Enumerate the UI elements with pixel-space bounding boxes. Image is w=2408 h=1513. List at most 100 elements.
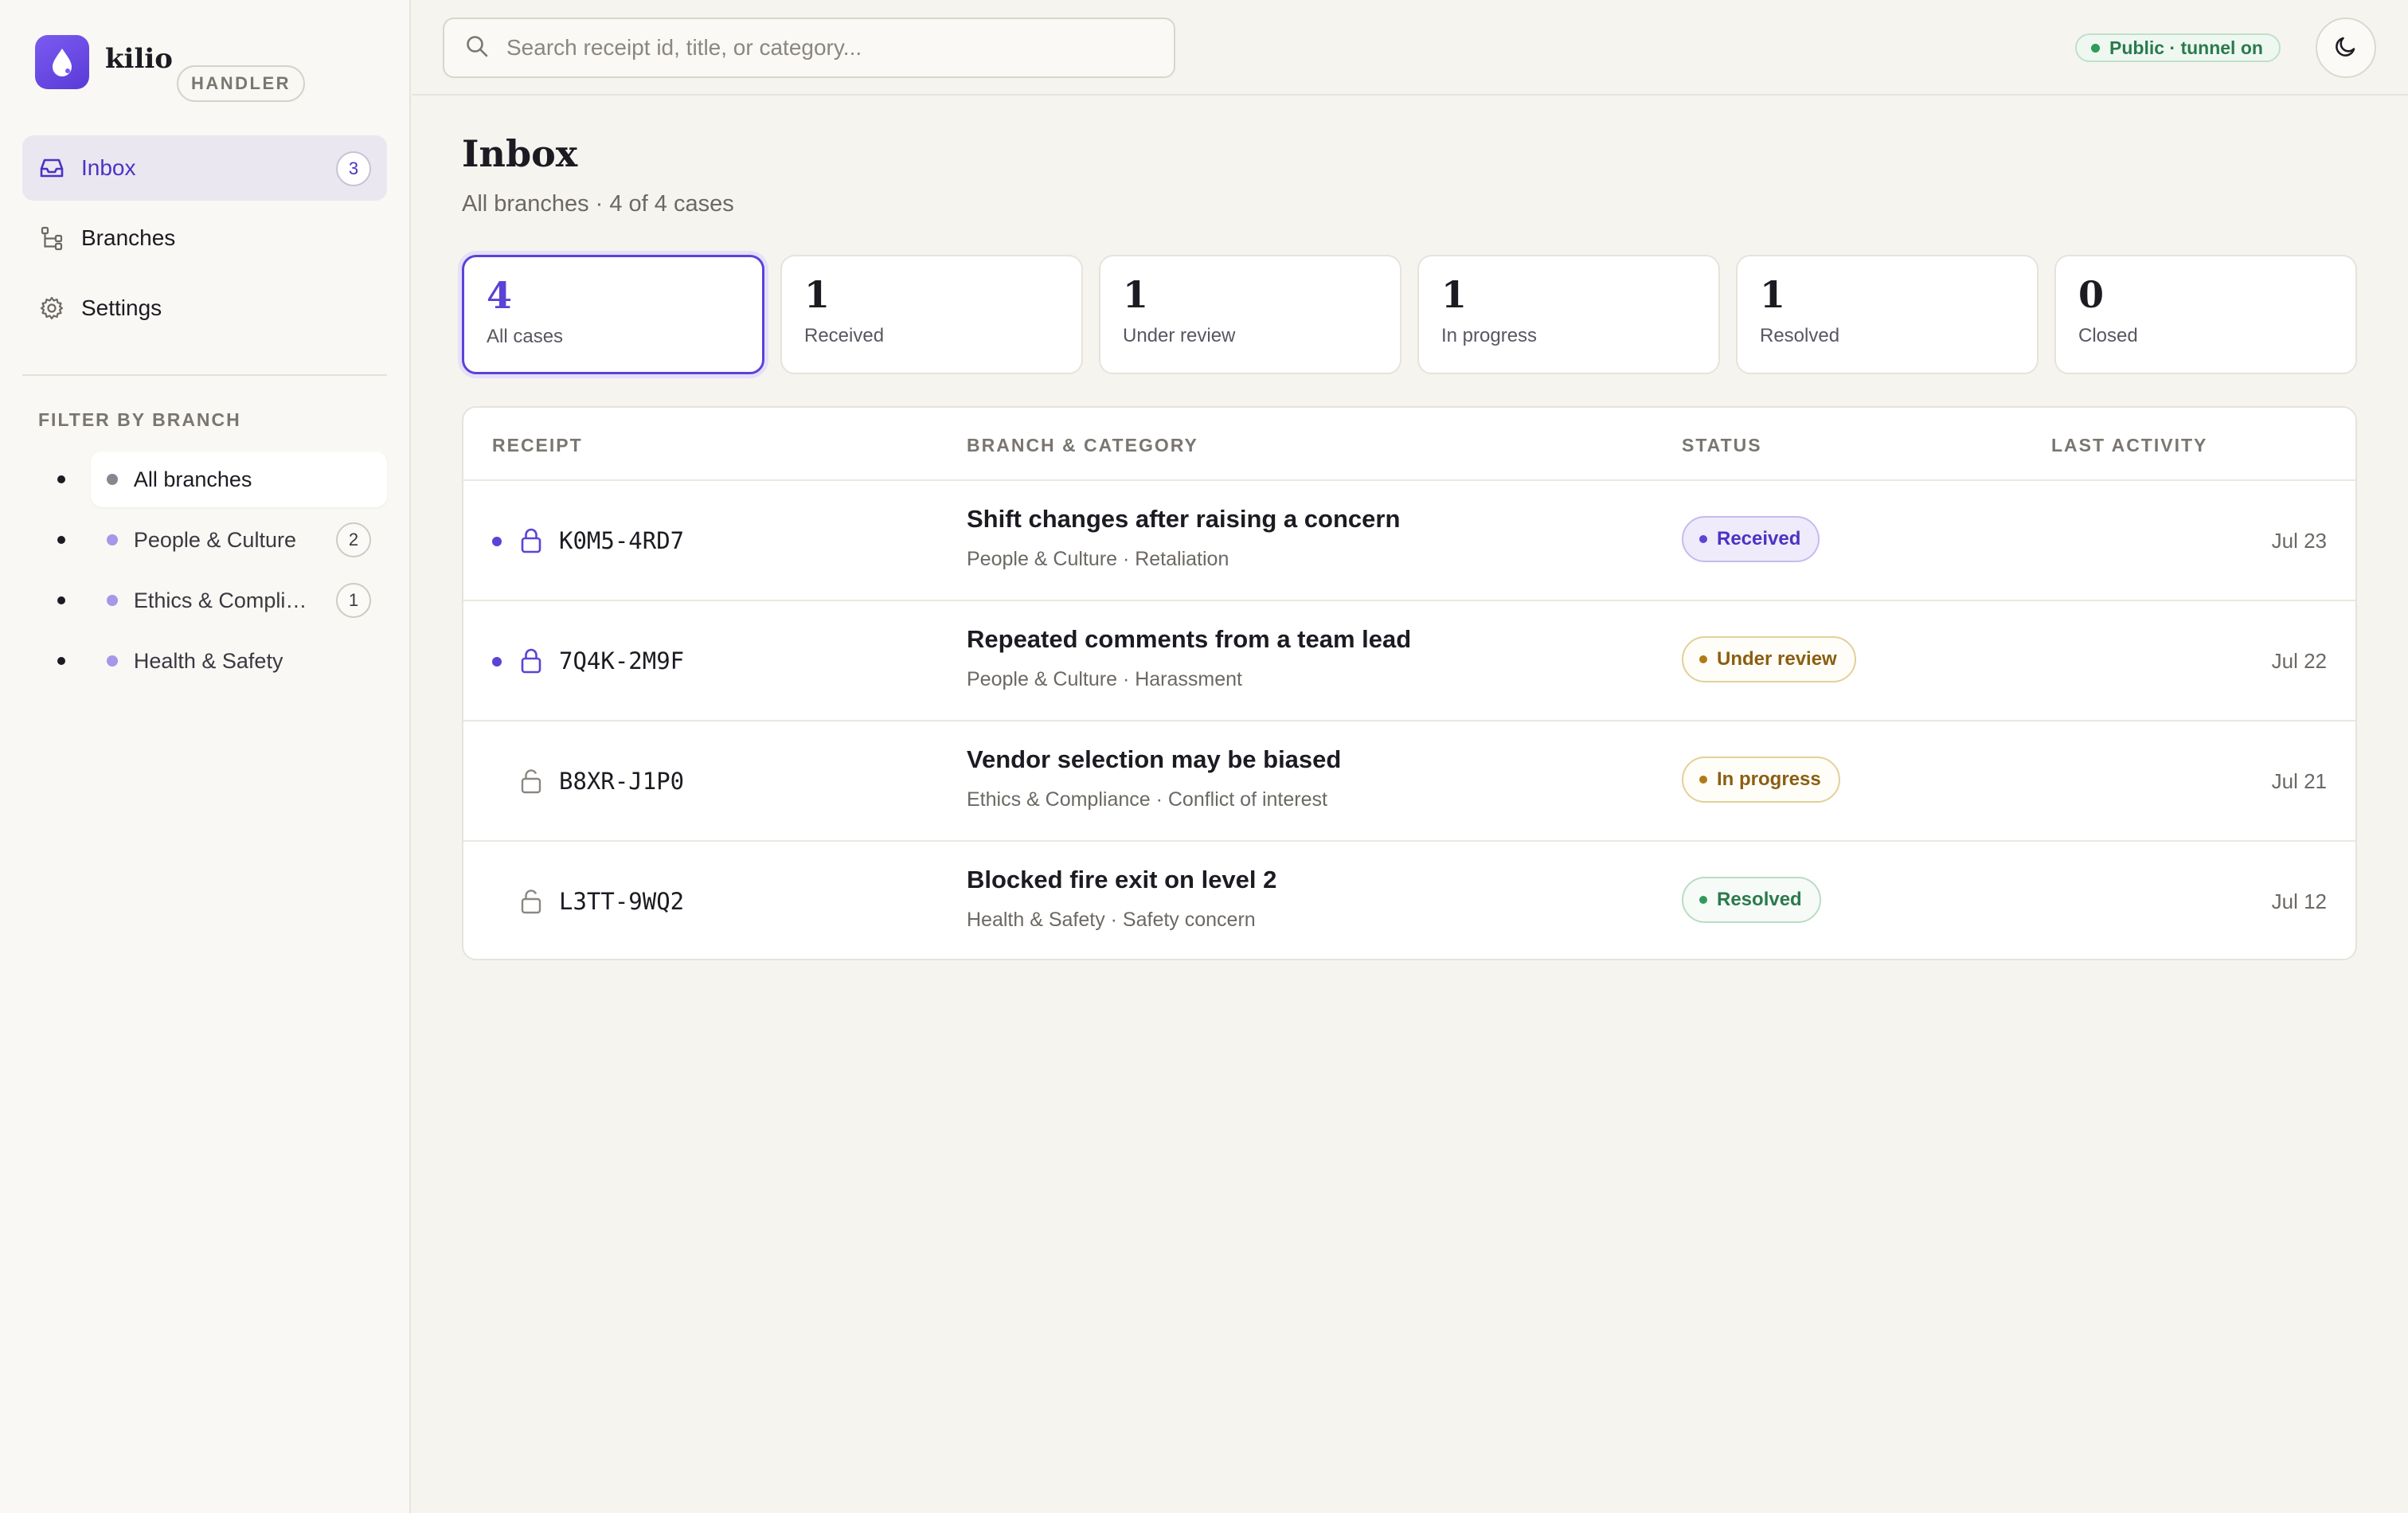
- stat-card-in-progress[interactable]: 1 In progress: [1417, 255, 1720, 374]
- stat-label: Resolved: [1760, 325, 1840, 346]
- branch-filter-health-safety[interactable]: Health & Safety: [53, 631, 387, 691]
- gear-icon: [38, 295, 65, 322]
- branch-count-badge: 2: [336, 522, 371, 557]
- receipt-id: B8XR-J1P0: [559, 768, 685, 795]
- lock-icon: [519, 647, 543, 674]
- table-row[interactable]: L3TT-9WQ2 Blocked fire exit on level 2 H…: [463, 842, 2355, 959]
- status-label: Under review: [1717, 648, 1837, 670]
- theme-toggle-button[interactable]: [2316, 18, 2376, 78]
- branch-dot: [106, 655, 118, 667]
- inbox-count-badge: 3: [336, 151, 371, 186]
- case-branch-category: Ethics & Compliance · Conflict of intere…: [967, 788, 1327, 811]
- branch-label: Health & Safety: [133, 648, 283, 673]
- case-branch-category: People & Culture · Retaliation: [967, 548, 1229, 570]
- case-branch-category: Health & Safety · Safety concern: [967, 909, 1256, 931]
- unlock-icon: [519, 888, 543, 915]
- search-box[interactable]: [443, 18, 1175, 78]
- unread-indicator: [492, 657, 502, 667]
- search-icon: [465, 34, 489, 62]
- stat-value: 1: [1123, 273, 1149, 316]
- column-header-status[interactable]: STATUS: [1682, 435, 1762, 456]
- branch-filter-ethics-compliance[interactable]: Ethics & Compliance 1: [53, 570, 387, 631]
- status-badge: Received: [1682, 516, 1820, 562]
- status-badge: Under review: [1682, 636, 1856, 682]
- table-row[interactable]: B8XR-J1P0 Vendor selection may be biased…: [463, 721, 2355, 842]
- app-name: kilio: [105, 43, 173, 75]
- status-dot: [1699, 535, 1707, 543]
- branch-pill[interactable]: All branches: [90, 452, 387, 507]
- receipt-id: K0M5-4RD7: [559, 527, 685, 554]
- case-title[interactable]: Shift changes after raising a concern: [967, 505, 1400, 534]
- nav-label: Branches: [81, 225, 176, 250]
- stat-card-received[interactable]: 1 Received: [780, 255, 1083, 374]
- branch-pill[interactable]: Health & Safety: [91, 633, 387, 689]
- moon-icon: [2333, 33, 2359, 63]
- branch-dot: [106, 595, 118, 606]
- status-dot: [1699, 896, 1707, 904]
- stat-value: 1: [804, 273, 831, 316]
- stat-card-all-cases[interactable]: 4 All cases: [462, 255, 764, 374]
- branch-filter-all[interactable]: All branches: [53, 449, 387, 510]
- tunnel-label: Public · tunnel on: [2109, 37, 2263, 58]
- brand[interactable]: kilio: [35, 35, 173, 89]
- column-header-last-activity[interactable]: LAST ACTIVITY: [2051, 435, 2207, 456]
- unread-indicator: [492, 537, 502, 546]
- status-summary-cards: 4 All cases 1 Received 1 Under review 1 …: [462, 255, 2357, 374]
- branch-count-badge: 1: [336, 583, 371, 618]
- nav-item-settings[interactable]: Settings: [22, 276, 387, 341]
- branch-label: All branches: [133, 467, 252, 491]
- case-branch-category: People & Culture · Harassment: [967, 668, 1242, 690]
- status-badge: In progress: [1682, 756, 1840, 803]
- list-bullet: [57, 536, 65, 544]
- branch-filter-list: All branches People & Culture 2 Ethics &…: [53, 449, 387, 691]
- branch-label: Ethics & Compliance: [133, 588, 317, 612]
- cases-table: RECEIPT BRANCH & CATEGORY STATUS LAST AC…: [462, 406, 2357, 960]
- stat-value: 4: [487, 274, 513, 317]
- last-activity-date: Jul 12: [2271, 889, 2327, 913]
- unlock-icon: [519, 768, 543, 795]
- case-title[interactable]: Repeated comments from a team lead: [967, 625, 1411, 654]
- list-bullet: [57, 475, 65, 483]
- inbox-icon: [38, 154, 65, 182]
- status-dot: [1699, 655, 1707, 663]
- lock-icon: [519, 527, 543, 554]
- column-header-receipt[interactable]: RECEIPT: [492, 435, 583, 456]
- page-title: Inbox: [462, 132, 578, 175]
- case-title[interactable]: Vendor selection may be biased: [967, 745, 1341, 774]
- stat-label: Received: [804, 325, 885, 346]
- status-badge: Resolved: [1682, 877, 1821, 923]
- topbar: Public · tunnel on: [412, 0, 2408, 96]
- branch-filter-people-culture[interactable]: People & Culture 2: [53, 510, 387, 570]
- table-header: RECEIPT BRANCH & CATEGORY STATUS LAST AC…: [463, 408, 2355, 481]
- stat-label: In progress: [1441, 325, 1538, 346]
- nav-item-inbox[interactable]: Inbox 3: [22, 135, 387, 201]
- tunnel-status-badge: Public · tunnel on: [2075, 33, 2281, 62]
- stat-value: 1: [1441, 273, 1468, 316]
- branch-label: People & Culture: [133, 527, 296, 552]
- stat-card-resolved[interactable]: 1 Resolved: [1736, 255, 2039, 374]
- stat-label: Closed: [2078, 325, 2138, 346]
- stat-card-under-review[interactable]: 1 Under review: [1099, 255, 1401, 374]
- status-label: In progress: [1717, 768, 1821, 790]
- nav-item-branches[interactable]: Branches: [22, 205, 387, 271]
- status-dot: [2091, 43, 2100, 53]
- role-badge: HANDLER: [177, 65, 306, 102]
- last-activity-date: Jul 22: [2271, 649, 2327, 673]
- table-row[interactable]: 7Q4K-2M9F Repeated comments from a team …: [463, 601, 2355, 721]
- stat-value: 0: [2078, 273, 2105, 316]
- last-activity-date: Jul 21: [2271, 769, 2327, 793]
- sidebar: kilio HANDLER Inbox 3 Branches Settings …: [0, 0, 411, 1513]
- receipt-id: 7Q4K-2M9F: [559, 647, 685, 674]
- sidebar-divider: [22, 374, 387, 376]
- stat-card-closed[interactable]: 0 Closed: [2054, 255, 2357, 374]
- page-subtitle: All branches · 4 of 4 cases: [462, 191, 734, 217]
- search-input[interactable]: [506, 35, 1143, 61]
- column-header-branch-category[interactable]: BRANCH & CATEGORY: [967, 435, 1198, 456]
- status-label: Received: [1717, 528, 1801, 549]
- table-row[interactable]: K0M5-4RD7 Shift changes after raising a …: [463, 481, 2355, 601]
- branch-dot: [106, 534, 118, 545]
- nav-label: Settings: [81, 295, 162, 320]
- filter-heading: FILTER BY BRANCH: [38, 409, 241, 430]
- case-title[interactable]: Blocked fire exit on level 2: [967, 866, 1276, 894]
- nav-label: Inbox: [81, 155, 136, 180]
